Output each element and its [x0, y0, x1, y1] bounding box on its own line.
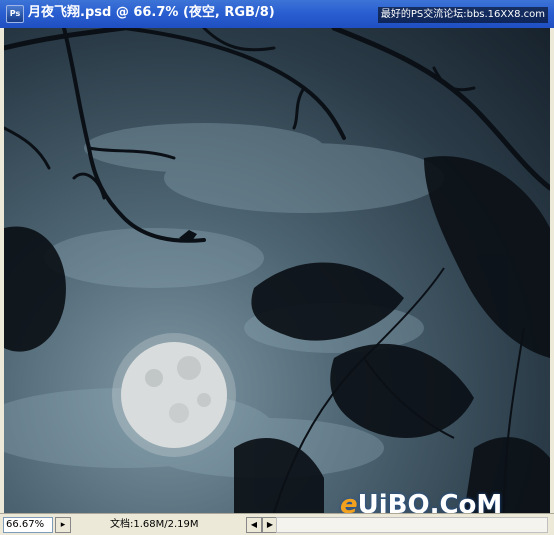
- moon: [112, 333, 236, 457]
- document-window: Ps 月夜飞翔.psd @ 66.7% (夜空, RGB/8) 最好的PS交流论…: [0, 0, 554, 535]
- night-sky-image: [4, 28, 550, 513]
- photoshop-icon[interactable]: Ps: [6, 5, 24, 23]
- title-bar[interactable]: Ps 月夜飞翔.psd @ 66.7% (夜空, RGB/8) 最好的PS交流论…: [0, 0, 554, 28]
- arrow-left-icon: ◀: [250, 520, 258, 529]
- window-title: 月夜飞翔.psd @ 66.7% (夜空, RGB/8): [28, 5, 275, 20]
- status-menu-button[interactable]: ▸: [55, 517, 71, 533]
- forum-watermark: 最好的PS交流论坛:bbs.16XX8.com: [377, 7, 548, 23]
- triangle-right-icon: ▸: [60, 520, 66, 530]
- scroll-left-button[interactable]: ◀: [246, 517, 262, 533]
- zoom-level-field[interactable]: 66.67%: [3, 517, 53, 533]
- image-canvas[interactable]: [4, 28, 550, 513]
- status-bar: 66.67% ▸ 文档:1.68M/2.19M ◀ ▶: [0, 513, 554, 535]
- document-size-info: 文档:1.68M/2.19M: [110, 519, 199, 530]
- arrow-right-icon: ▶: [266, 520, 274, 529]
- horizontal-scrollbar[interactable]: [276, 517, 548, 533]
